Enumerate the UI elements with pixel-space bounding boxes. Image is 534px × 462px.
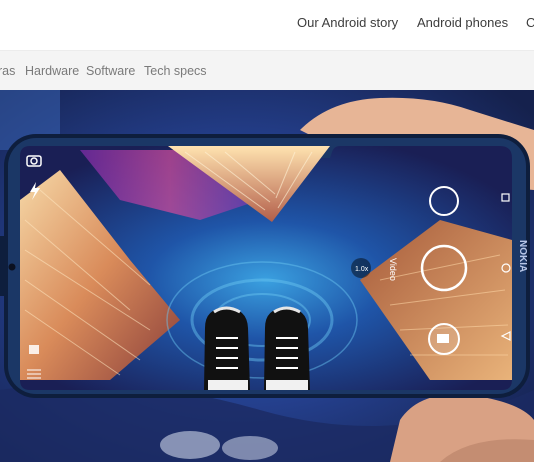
subnav-software[interactable]: Software — [86, 64, 135, 78]
mode-indicator — [29, 345, 39, 354]
subnav-cameras[interactable]: ras — [0, 64, 15, 78]
zoom-label: 1.0x — [355, 266, 369, 273]
subnav-tech-specs[interactable]: Tech specs — [144, 64, 207, 78]
nav-truncated-item[interactable]: C — [526, 15, 534, 30]
top-navigation: Our Android story Android phones C — [0, 0, 534, 48]
phone-brand: NOKIA — [517, 240, 528, 272]
subnav-hardware[interactable]: Hardware — [25, 64, 79, 78]
nav-our-android-story[interactable]: Our Android story — [297, 15, 398, 30]
mode-label: Video — [388, 258, 398, 281]
nav-android-phones[interactable]: Android phones — [417, 15, 508, 30]
hero-image: 1.0x Video NOKIA — [0, 90, 534, 462]
hero-banner: 1.0x Video NOKIA — [0, 90, 534, 462]
sub-navigation: ras Hardware Software Tech specs — [0, 50, 534, 91]
